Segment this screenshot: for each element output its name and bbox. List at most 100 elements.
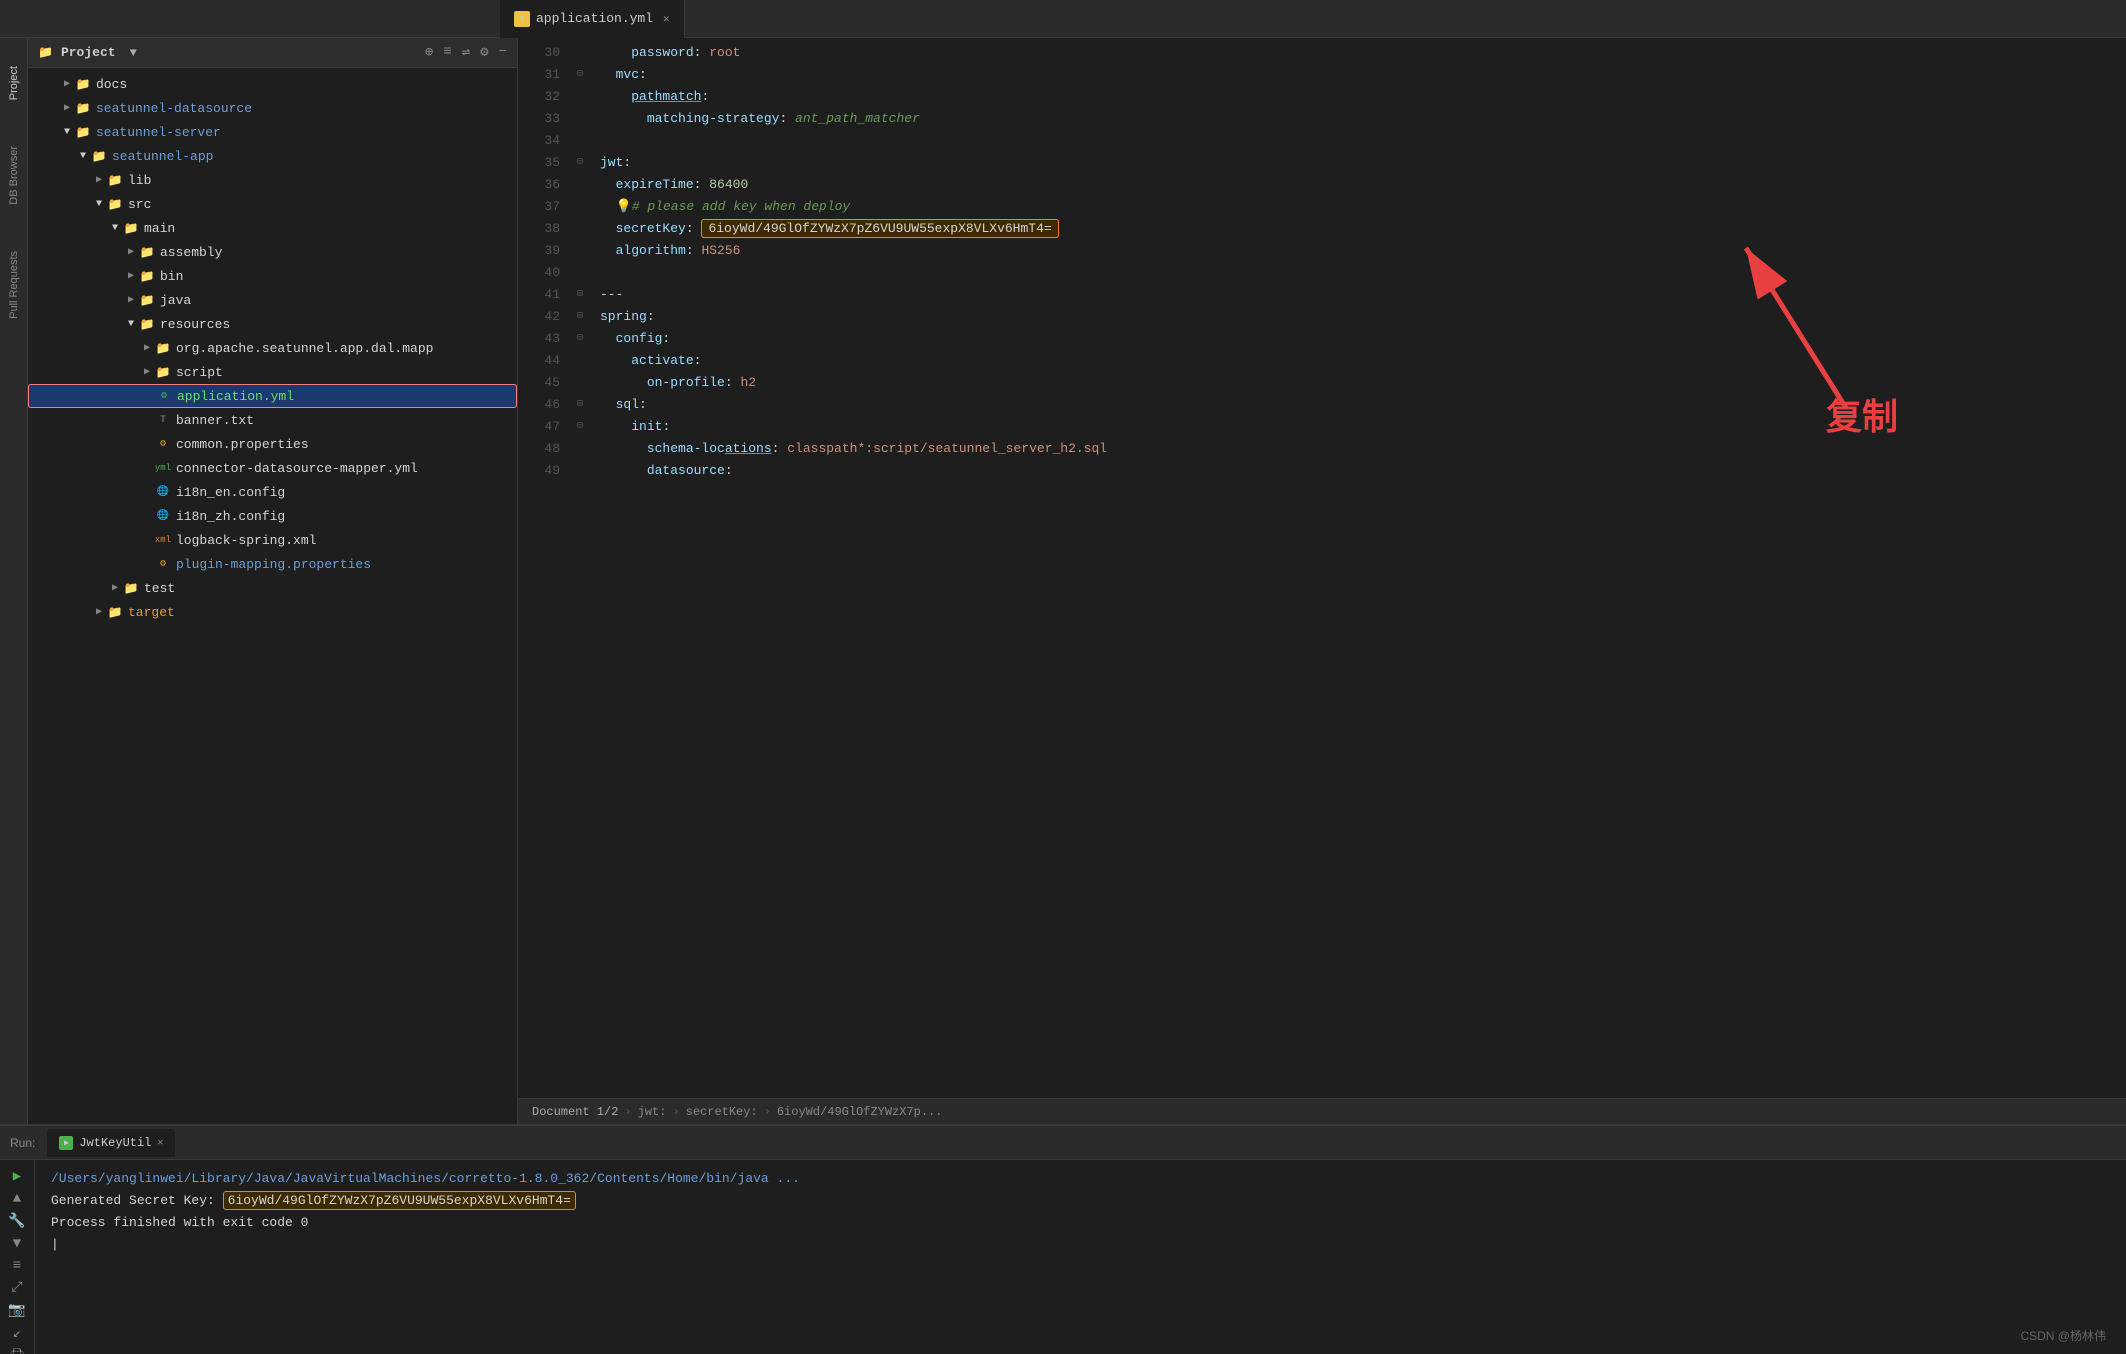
gutter-48 xyxy=(570,438,590,460)
gutter-31: ⊟ xyxy=(570,64,590,86)
minimize-icon[interactable]: − xyxy=(499,44,507,61)
line-num-32: 32 xyxy=(518,86,560,108)
run-label: Run: xyxy=(10,1136,35,1150)
editor-wrapper: 30 31 32 33 34 35 36 37 38 39 40 41 42 4… xyxy=(518,38,2126,1098)
tree-item-assembly[interactable]: ▶ 📁 assembly xyxy=(28,240,517,264)
gutter: ⊟ ⊟ ⊟ ⊟ ⊟ ⊟ ⊟ xyxy=(570,38,590,1098)
tree-label-bin: bin xyxy=(160,269,183,284)
editor-tab[interactable]: Y application.yml ✕ xyxy=(500,0,685,38)
tree-item-connector-yml[interactable]: yml connector-datasource-mapper.yml xyxy=(28,456,517,480)
folder-lib-icon: 📁 xyxy=(106,171,124,189)
console-cursor: | xyxy=(51,1234,2110,1256)
gutter-39 xyxy=(570,240,590,262)
line-num-44: 44 xyxy=(518,350,560,372)
code-line-33: matching-strategy: ant_path_matcher xyxy=(600,108,2126,130)
bottom-tab-jwtutil[interactable]: ▶ JwtKeyUtil ✕ xyxy=(47,1129,175,1157)
bottom-content: /Users/yanglinwei/Library/Java/JavaVirtu… xyxy=(35,1160,2126,1354)
yaml-icon: ⚙ xyxy=(155,387,173,405)
breadcrumb-value: 6ioyWd/49GlOfZYWzX7p... xyxy=(777,1105,943,1119)
camera-icon[interactable]: 📷 xyxy=(6,1302,28,1319)
folder-target-icon: 📁 xyxy=(106,603,124,621)
import-icon[interactable]: ↙ xyxy=(6,1325,28,1342)
tree-label-script: script xyxy=(176,365,223,380)
tree-label-lib: lib xyxy=(128,173,151,188)
line-num-42: 42 xyxy=(518,306,560,328)
wrench-icon[interactable]: 🔧 xyxy=(6,1213,28,1230)
tree-item-test[interactable]: ▶ 📁 test xyxy=(28,576,517,600)
yaml-file-icon: Y xyxy=(514,11,530,27)
bottom-tab-label: JwtKeyUtil xyxy=(79,1136,151,1150)
align-icon[interactable]: ≡ xyxy=(6,1258,28,1274)
tree-item-i18n-en[interactable]: 🌐 i18n_en.config xyxy=(28,480,517,504)
gutter-35: ⊟ xyxy=(570,152,590,174)
tree-item-resources[interactable]: ▼ 📁 resources xyxy=(28,312,517,336)
tree-label-resources: resources xyxy=(160,317,230,332)
tree-item-logback[interactable]: xml logback-spring.xml xyxy=(28,528,517,552)
gutter-37 xyxy=(570,196,590,218)
editor-tab-label: application.yml xyxy=(536,11,653,26)
tree-item-org-apache[interactable]: ▶ 📁 org.apache.seatunnel.app.dal.mapp xyxy=(28,336,517,360)
props2-icon: ⚙ xyxy=(154,555,172,573)
print-icon[interactable]: 🖨 xyxy=(6,1348,28,1354)
folder-icon: 📁 xyxy=(38,45,53,60)
code-line-32: pathmatch: xyxy=(600,86,2126,108)
expand-icon[interactable]: ⤢ xyxy=(6,1280,28,1296)
locate-icon[interactable]: ⊕ xyxy=(425,44,433,61)
tree-item-java[interactable]: ▶ 📁 java xyxy=(28,288,517,312)
tree-item-main[interactable]: ▼ 📁 main xyxy=(28,216,517,240)
bottom-action-buttons: ▶ ▲ 🔧 ▼ ≡ ⤢ 📷 ↙ 🖨 🗑 xyxy=(0,1160,35,1354)
breadcrumb-sep-2: › xyxy=(672,1105,679,1119)
line-num-37: 37 xyxy=(518,196,560,218)
filter-icon[interactable]: ⇌ xyxy=(462,44,470,61)
tree-item-i18n-zh[interactable]: 🌐 i18n_zh.config xyxy=(28,504,517,528)
gutter-36 xyxy=(570,174,590,196)
tree-item-plugin-props[interactable]: ⚙ plugin-mapping.properties xyxy=(28,552,517,576)
settings-icon[interactable]: ⚙ xyxy=(480,44,488,61)
close-tab-button[interactable]: ✕ xyxy=(663,12,670,26)
tree-label-i18n-zh: i18n_zh.config xyxy=(176,509,285,524)
line-num-41: 41 xyxy=(518,284,560,306)
tree-item-src[interactable]: ▼ 📁 src xyxy=(28,192,517,216)
editor-area: 30 31 32 33 34 35 36 37 38 39 40 41 42 4… xyxy=(518,38,2126,1124)
code-line-35: jwt: xyxy=(600,152,2126,174)
tree-item-bin[interactable]: ▶ 📁 bin xyxy=(28,264,517,288)
code-area[interactable]: password: root mvc: pathmatch: matching-… xyxy=(590,38,2126,1098)
gutter-43: ⊟ xyxy=(570,328,590,350)
close-bottom-tab[interactable]: ✕ xyxy=(157,1137,163,1149)
tree-item-target[interactable]: ▶ 📁 target xyxy=(28,600,517,624)
tree-item-app[interactable]: ▼ 📁 seatunnel-app xyxy=(28,144,517,168)
gutter-49 xyxy=(570,460,590,482)
i18n-zh-icon: 🌐 xyxy=(154,507,172,525)
breadcrumb-bar: Document 1/2 › jwt: › secretKey: › 6ioyW… xyxy=(518,1098,2126,1124)
tree-item-docs[interactable]: ▶ 📁 docs xyxy=(28,72,517,96)
gutter-42: ⊟ xyxy=(570,306,590,328)
tree-label-plugin-props: plugin-mapping.properties xyxy=(176,557,371,572)
tree-item-lib[interactable]: ▶ 📁 lib xyxy=(28,168,517,192)
tree-item-datasource[interactable]: ▶ 📁 seatunnel-datasource xyxy=(28,96,517,120)
sort-icon[interactable]: ≡ xyxy=(443,44,451,61)
scroll-down-button[interactable]: ▼ xyxy=(6,1236,28,1252)
sidebar-item-db-browser[interactable]: DB Browser xyxy=(4,138,24,213)
project-dropdown[interactable]: ▼ xyxy=(130,46,137,60)
tree-item-common-props[interactable]: ⚙ common.properties xyxy=(28,432,517,456)
gutter-46: ⊟ xyxy=(570,394,590,416)
tree-label-logback: logback-spring.xml xyxy=(176,533,316,548)
folder-bin-icon: 📁 xyxy=(138,267,156,285)
bottom-tabs: Run: ▶ JwtKeyUtil ✕ xyxy=(0,1126,2126,1160)
sidebar-item-project[interactable]: Project xyxy=(4,58,24,108)
tree-item-script[interactable]: ▶ 📁 script xyxy=(28,360,517,384)
tab-bar: Y application.yml ✕ xyxy=(0,0,2126,38)
tree-label-common-props: common.properties xyxy=(176,437,309,452)
tree-item-server[interactable]: ▼ 📁 seatunnel-server xyxy=(28,120,517,144)
code-line-47: init: xyxy=(600,416,2126,438)
scroll-up-button[interactable]: ▲ xyxy=(6,1191,28,1207)
tree-item-application-yml[interactable]: ⚙ application.yml xyxy=(28,384,517,408)
line-num-31: 31 xyxy=(518,64,560,86)
folder-datasource-icon: 📁 xyxy=(74,99,92,117)
tree-item-banner[interactable]: T banner.txt xyxy=(28,408,517,432)
run-button[interactable]: ▶ xyxy=(6,1168,28,1185)
secret-key-value: 6ioyWd/49GlOfZYWzX7pZ6VU9UW55expX8VLXv6H… xyxy=(701,219,1058,238)
bottom-main: ▶ ▲ 🔧 ▼ ≡ ⤢ 📷 ↙ 🖨 🗑 /Users/yanglinwei/Li… xyxy=(0,1160,2126,1354)
tree-label-assembly: assembly xyxy=(160,245,222,260)
sidebar-item-pull-requests[interactable]: Pull Requests xyxy=(4,243,24,327)
